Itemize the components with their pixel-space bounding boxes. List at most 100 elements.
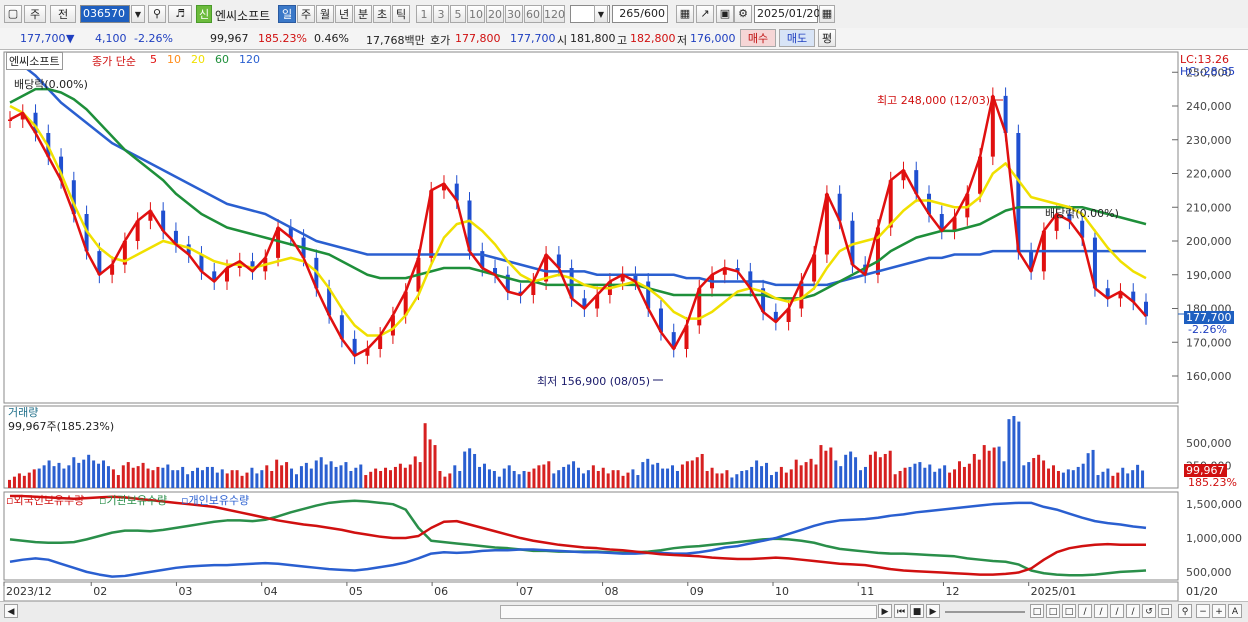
diagonal2-icon[interactable]: ∕ [1094, 604, 1108, 618]
volume-bar [1007, 419, 1011, 488]
interval-tab-2[interactable]: 5 [450, 5, 466, 23]
volume-bar [854, 457, 858, 488]
volume-bar [196, 467, 200, 488]
zoom-in-icon[interactable]: + [1212, 604, 1226, 618]
period-tab-4[interactable]: 분 [354, 5, 372, 23]
prev-button[interactable]: 전 [50, 5, 76, 23]
search-icon[interactable]: ⚲ [148, 5, 166, 23]
speaker-icon[interactable]: ♬ [168, 5, 192, 23]
volume-bar [116, 475, 120, 488]
volume-bar [374, 468, 378, 488]
window-menu-icon[interactable]: ▢ [4, 5, 22, 23]
volume-bar [844, 454, 848, 488]
sell-button[interactable]: 매도 [779, 29, 815, 47]
interval-tab-6[interactable]: 60 [524, 5, 542, 23]
volume-bar [888, 450, 892, 488]
diagonal3-icon[interactable]: ∕ [1110, 604, 1124, 618]
interval-tab-4[interactable]: 20 [486, 5, 504, 23]
volume-bar [379, 470, 383, 488]
x-axis-label-2: 03 [178, 585, 192, 598]
volume-bar [502, 468, 506, 488]
scroll-start-icon[interactable]: ⏮ [894, 604, 908, 618]
volume-bar [482, 463, 486, 488]
volume-bar [393, 466, 397, 488]
volume-bar [626, 472, 630, 488]
volume-bar [403, 467, 407, 488]
buy-button[interactable]: 매수 [740, 29, 776, 47]
candle-icon[interactable]: ▦ [676, 5, 694, 23]
interval-tab-3[interactable]: 10 [467, 5, 485, 23]
copy-icon[interactable]: □ [1046, 604, 1060, 618]
volume-bar [339, 465, 343, 488]
count-input[interactable]: 265/600 [612, 5, 668, 23]
trade-amount: 17,768백만 [366, 34, 425, 47]
volume-bar [413, 456, 417, 488]
layout-icon[interactable]: □ [1030, 604, 1044, 618]
period-tab-0[interactable]: 일 [278, 5, 296, 23]
volume-bar [690, 460, 694, 488]
period-select[interactable]: 주 [24, 5, 46, 23]
interval-dropdown-icon[interactable]: ▼ [594, 5, 608, 23]
scroll-right-icon[interactable]: ▶ [878, 604, 892, 618]
volume-bar [408, 464, 412, 488]
volume-bar [898, 470, 902, 488]
zoom-slider[interactable] [945, 611, 1025, 613]
new-badge-label: 신 [198, 8, 210, 21]
interval-tab-7[interactable]: 120 [543, 5, 565, 23]
volume-bar [384, 467, 388, 488]
save-icon[interactable]: ▣ [716, 5, 734, 23]
x-axis-label-13: 01/20 [1186, 585, 1218, 598]
zoom-out-icon[interactable]: − [1196, 604, 1210, 618]
holding-tick-label: 500,000 [1186, 566, 1232, 579]
eval-button[interactable]: 평 [818, 29, 836, 47]
volume-bar [710, 467, 714, 488]
volume-bar [586, 470, 590, 488]
date-input[interactable]: 2025/01/20 [754, 5, 820, 23]
volume-bar [799, 465, 803, 488]
interval-tab-5[interactable]: 30 [505, 5, 523, 23]
scroll-thumb[interactable] [500, 605, 877, 619]
volume-bar [928, 464, 932, 488]
price-change: 4,100 [95, 32, 127, 45]
period-tab-6[interactable]: 틱 [392, 5, 410, 23]
period-tab-3[interactable]: 년 [335, 5, 353, 23]
volume-bar [997, 446, 1001, 488]
font-size-icon[interactable]: A [1228, 604, 1242, 618]
copy2-icon[interactable]: □ [1158, 604, 1172, 618]
volume-bar [12, 476, 16, 488]
calendar-icon[interactable]: ▦ [819, 5, 835, 23]
draw-tool-icon[interactable]: ↗ [696, 5, 714, 23]
period-tab-1[interactable]: 주 [297, 5, 315, 23]
ask-price: 177,800 [455, 32, 501, 45]
price-tick-label: 230,000 [1186, 134, 1232, 147]
stock-chart[interactable]: 250,000240,000230,000220,000210,000200,0… [0, 50, 1248, 601]
period-tab-5[interactable]: 초 [373, 5, 391, 23]
scroll-left-icon[interactable]: ◀ [4, 604, 18, 618]
stock-name: 엔씨소프트 [215, 9, 271, 23]
chart-scrollbar[interactable]: ◀ ▶ ⏮ ■ ▶ □ □ □ ∕ ∕ ∕ ∕ ↺ □ ⚲ − + A [0, 601, 1248, 622]
play-icon[interactable]: ▶ [926, 604, 940, 618]
interval-tab-1[interactable]: 3 [433, 5, 449, 23]
volume-bar [522, 470, 526, 488]
volume-bar [745, 470, 749, 488]
gear-icon[interactable]: ⚙ [734, 5, 752, 23]
stock-code-input[interactable]: 036570 [80, 5, 130, 23]
volume-bar [487, 469, 491, 488]
period-tab-2[interactable]: 월 [316, 5, 334, 23]
code-dropdown-icon[interactable]: ▼ [131, 5, 145, 23]
zoom-out-magnifier-icon[interactable]: ⚲ [1178, 604, 1192, 618]
stop-icon[interactable]: ■ [910, 604, 924, 618]
volume-bar [111, 469, 115, 488]
window-icon[interactable]: □ [1062, 604, 1076, 618]
volume-bar [275, 459, 279, 488]
rotate-icon[interactable]: ↺ [1142, 604, 1156, 618]
volume: 99,967 [210, 32, 249, 45]
volume-bar [240, 475, 244, 488]
diagonal-icon[interactable]: ∕ [1078, 604, 1092, 618]
volume-bar [265, 465, 269, 488]
volume-bar [497, 476, 501, 488]
volume-bar [581, 473, 585, 488]
interval-tab-0[interactable]: 1 [416, 5, 432, 23]
ma-legend-60: 60 [215, 53, 229, 66]
diagonal4-icon[interactable]: ∕ [1126, 604, 1140, 618]
